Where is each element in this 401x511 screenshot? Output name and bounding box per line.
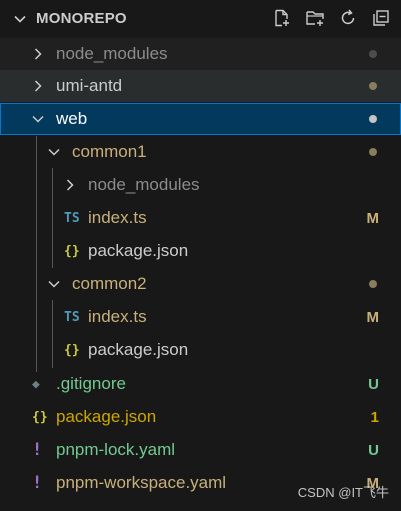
explorer-actions [272, 8, 391, 28]
tree-item-label: index.ts [88, 307, 147, 326]
status-dot [369, 82, 377, 90]
tree-folder-row[interactable]: web [0, 103, 401, 135]
typescript-icon: TS [64, 309, 80, 325]
tree-item-label: node_modules [56, 44, 168, 63]
tree-item-label: .gitignore [56, 374, 126, 393]
git-status-badge: M [366, 308, 380, 326]
chevron-right-icon[interactable] [30, 78, 46, 94]
tree-file-row[interactable]: ! pnpm-lock.yaml U [0, 434, 401, 466]
new-file-icon[interactable] [272, 8, 292, 28]
tree-file-row[interactable]: {} package.json 1 [0, 401, 401, 433]
tree-item-label: pnpm-lock.yaml [56, 440, 176, 459]
chevron-down-icon[interactable] [30, 111, 46, 127]
tree-folder-row[interactable]: umi-antd [0, 70, 401, 102]
tree-item-label: node_modules [88, 175, 200, 194]
explorer-panel: MONOREPO node_modules umi-antd web commo… [0, 0, 401, 511]
git-status-badge: 1 [370, 408, 379, 426]
git-icon: ◆ [32, 376, 40, 392]
status-dot [369, 280, 377, 288]
yaml-icon: ! [32, 440, 43, 460]
tree-folder-row[interactable]: common2 [0, 268, 401, 300]
tree-file-row[interactable]: ◆ .gitignore U [0, 368, 401, 400]
yaml-icon: ! [32, 473, 43, 493]
explorer-header[interactable]: MONOREPO [0, 0, 401, 38]
status-dot [369, 148, 377, 156]
tree-item-label: umi-antd [56, 76, 123, 95]
workspace-title: MONOREPO [36, 10, 127, 27]
tree-item-label: common2 [72, 274, 147, 293]
tree-item-label: package.json [88, 241, 189, 260]
refresh-icon[interactable] [338, 8, 358, 28]
tree-folder-row[interactable]: common1 [0, 136, 401, 168]
json-icon: {} [32, 409, 48, 425]
git-status-badge: U [368, 375, 379, 393]
watermark: CSDN @IT飞牛 [297, 485, 389, 500]
status-dot [369, 115, 377, 123]
tree-file-row[interactable]: TS index.ts M [0, 301, 401, 333]
tree-item-label: package.json [88, 340, 189, 359]
tree-item-label: common1 [72, 142, 147, 161]
tree-file-row[interactable]: TS index.ts M [0, 202, 401, 234]
json-icon: {} [64, 243, 80, 259]
status-dot [369, 50, 377, 58]
tree-file-row[interactable]: {} package.json [0, 334, 401, 366]
collapse-all-icon[interactable] [371, 8, 391, 28]
tree-item-label: web [56, 109, 88, 128]
tree-item-label: package.json [56, 407, 157, 426]
git-status-badge: M [366, 209, 380, 227]
chevron-down-icon[interactable] [46, 144, 62, 160]
new-folder-icon[interactable] [305, 8, 325, 28]
git-status-badge: U [368, 441, 379, 459]
chevron-right-icon[interactable] [30, 46, 46, 62]
typescript-icon: TS [64, 210, 80, 226]
tree-file-row[interactable]: {} package.json [0, 235, 401, 267]
json-icon: {} [64, 342, 80, 358]
tree-folder-row[interactable]: node_modules [0, 38, 401, 70]
chevron-right-icon[interactable] [62, 177, 78, 193]
chevron-down-icon[interactable] [12, 11, 28, 27]
tree-folder-row[interactable]: node_modules [0, 169, 401, 201]
tree-item-label: index.ts [88, 208, 147, 227]
tree-item-label: pnpm-workspace.yaml [56, 473, 227, 492]
chevron-down-icon[interactable] [46, 276, 62, 292]
